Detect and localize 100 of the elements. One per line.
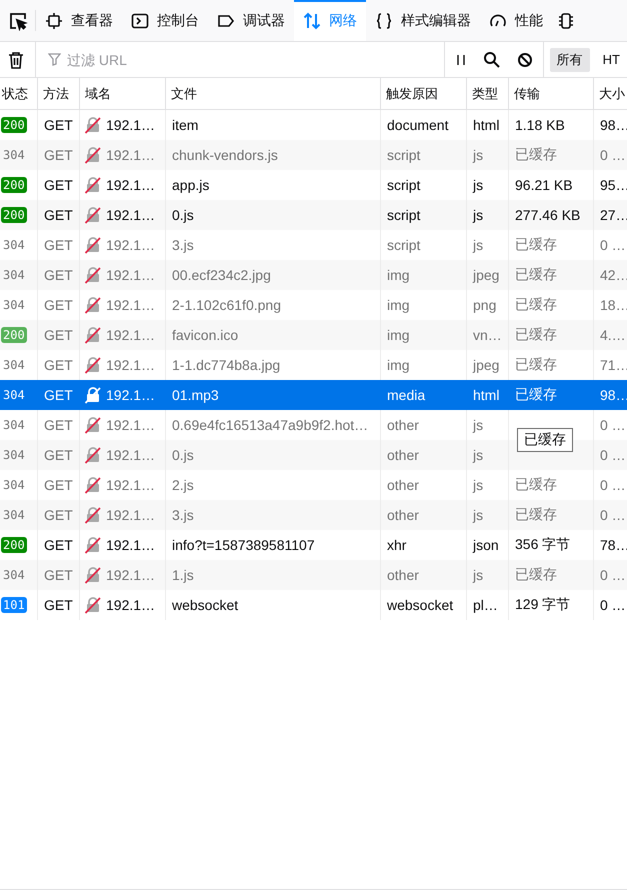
status-code: 304 — [2, 447, 26, 463]
insecure-lock-icon — [84, 146, 102, 164]
insecure-lock-icon — [84, 236, 102, 254]
column-header[interactable]: 文件 — [166, 78, 381, 109]
devtools-tab[interactable]: 查看器 — [36, 0, 122, 41]
domain-text: 192.1… — [106, 597, 156, 613]
devtools-tab[interactable]: 调试器 — [208, 0, 294, 41]
status-code: 304 — [2, 417, 26, 433]
braces-icon — [375, 12, 393, 30]
transfer-text: 277.46 KB — [515, 207, 580, 223]
column-header[interactable]: 方法 — [38, 78, 80, 109]
domain-text: 192.1… — [106, 297, 156, 313]
insecure-lock-icon — [84, 416, 102, 434]
insecure-lock-icon — [84, 536, 102, 554]
insecure-lock-icon — [84, 356, 102, 374]
insecure-lock-icon — [84, 446, 102, 464]
domain-text: 192.1… — [106, 537, 156, 553]
status-code: 304 — [2, 567, 26, 583]
column-header[interactable]: 类型 — [467, 78, 509, 109]
insecure-lock-icon — [84, 386, 102, 404]
status-code: 304 — [2, 147, 26, 163]
status-code: 200 — [1, 327, 27, 343]
filter-url-field[interactable]: 过滤 URL — [65, 50, 444, 68]
column-header[interactable]: 传输 — [509, 78, 594, 109]
insecure-lock-icon — [84, 266, 102, 284]
transfer-text: 96.21 KB — [515, 177, 573, 193]
transfer-text: 已缓存 — [515, 506, 557, 524]
status-code: 304 — [2, 387, 26, 403]
insecure-lock-icon — [84, 326, 102, 344]
status-code: 200 — [1, 207, 27, 223]
domain-text: 192.1… — [106, 207, 156, 223]
request-row[interactable]: 304 GET 192.1… 1.js other js 已缓存 0 … — [0, 560, 627, 590]
transfer-text: 356 字节 — [515, 536, 570, 554]
devtools-tab[interactable]: 样式编辑器 — [366, 0, 480, 41]
insecure-lock-icon — [84, 116, 102, 134]
tooltip: 已缓存 — [517, 428, 573, 452]
request-row[interactable]: 200 GET 192.1… favicon.ico img vn… 已缓存 4.… — [0, 320, 627, 350]
column-header[interactable]: 大小 — [594, 78, 627, 109]
domain-text: 192.1… — [106, 507, 156, 523]
blocked-icon — [516, 52, 533, 68]
insecure-lock-icon — [84, 596, 102, 614]
status-code: 200 — [1, 117, 27, 133]
type-cell-text: html — [472, 386, 500, 405]
funnel-icon — [48, 53, 61, 66]
domain-text: 192.1… — [106, 267, 156, 283]
up-down-arrows-icon — [303, 12, 321, 30]
status-code: 304 — [2, 477, 26, 493]
transfer-text: 已缓存 — [515, 386, 557, 404]
pause-icon — [454, 52, 467, 66]
column-header[interactable]: 状态 — [0, 78, 38, 109]
domain-text: 192.1… — [106, 117, 156, 133]
column-header[interactable]: 触发原因 — [381, 78, 467, 109]
domain-text: 192.1… — [106, 147, 156, 163]
devtools-tab[interactable]: 网络 — [294, 0, 366, 41]
size-cell: 0 … — [594, 590, 627, 620]
insecure-lock-icon — [84, 476, 102, 494]
request-row[interactable]: 304 GET 192.1… 3.js other js 已缓存 0 … — [0, 500, 627, 530]
domain-text: 192.1… — [106, 447, 156, 463]
gauge-icon — [489, 12, 507, 30]
status-code: 200 — [1, 537, 27, 553]
domain-text: 192.1… — [106, 177, 156, 193]
devtools-tab[interactable]: 性能 — [480, 0, 552, 41]
insecure-lock-icon — [84, 206, 102, 224]
status-code: 304 — [2, 297, 26, 313]
transfer-text: 已缓存 — [515, 326, 557, 344]
cause-cell-text: media — [386, 386, 426, 405]
trash-icon — [8, 50, 24, 68]
memory-chip-icon — [558, 12, 574, 30]
pointer-in-box-icon — [8, 10, 28, 30]
transfer-text: 已缓存 — [515, 236, 557, 254]
file-cell: websocket — [166, 590, 381, 620]
transfer-text: 已缓存 — [515, 146, 557, 164]
method-cell: GET — [38, 590, 80, 620]
type-filter-button[interactable]: 所有 — [550, 48, 590, 72]
domain-text: 192.1… — [106, 417, 156, 433]
domain-text: 192.1… — [106, 327, 156, 343]
insecure-lock-icon — [84, 506, 102, 524]
transfer-text: 已缓存 — [515, 266, 557, 284]
insecure-lock-icon — [84, 296, 102, 314]
devtools-tab[interactable]: 控制台 — [122, 0, 208, 41]
type-filter-button[interactable]: HT — [596, 49, 627, 70]
status-code: 304 — [2, 507, 26, 523]
file-cell-text: 01.mp3 — [171, 386, 220, 405]
search-icon — [482, 50, 501, 68]
transfer-text: 已缓存 — [515, 356, 557, 374]
terminal-icon — [131, 12, 149, 30]
type-cell: pl… — [467, 590, 509, 620]
transfer-text: 已缓存 — [515, 566, 557, 584]
request-row[interactable]: 101 GET 192.1… websocket websocket pl… 129 字节 0 … — [0, 590, 627, 620]
request-row[interactable]: 304 GET 192.1… chunk-vendors.js script js 已缓存 0 … — [0, 140, 627, 170]
status-code: 304 — [2, 237, 26, 253]
status-code: 304 — [2, 357, 26, 373]
method-cell-text: GET — [43, 386, 74, 405]
column-header[interactable]: 域名 — [80, 78, 166, 109]
insecure-lock-icon — [84, 176, 102, 194]
transfer-text: 已缓存 — [515, 476, 557, 494]
domain-text: 192.1… — [106, 357, 156, 373]
status-code: 200 — [1, 177, 27, 193]
transfer-text: 129 字节 — [515, 596, 570, 614]
insecure-lock-icon — [84, 566, 102, 584]
